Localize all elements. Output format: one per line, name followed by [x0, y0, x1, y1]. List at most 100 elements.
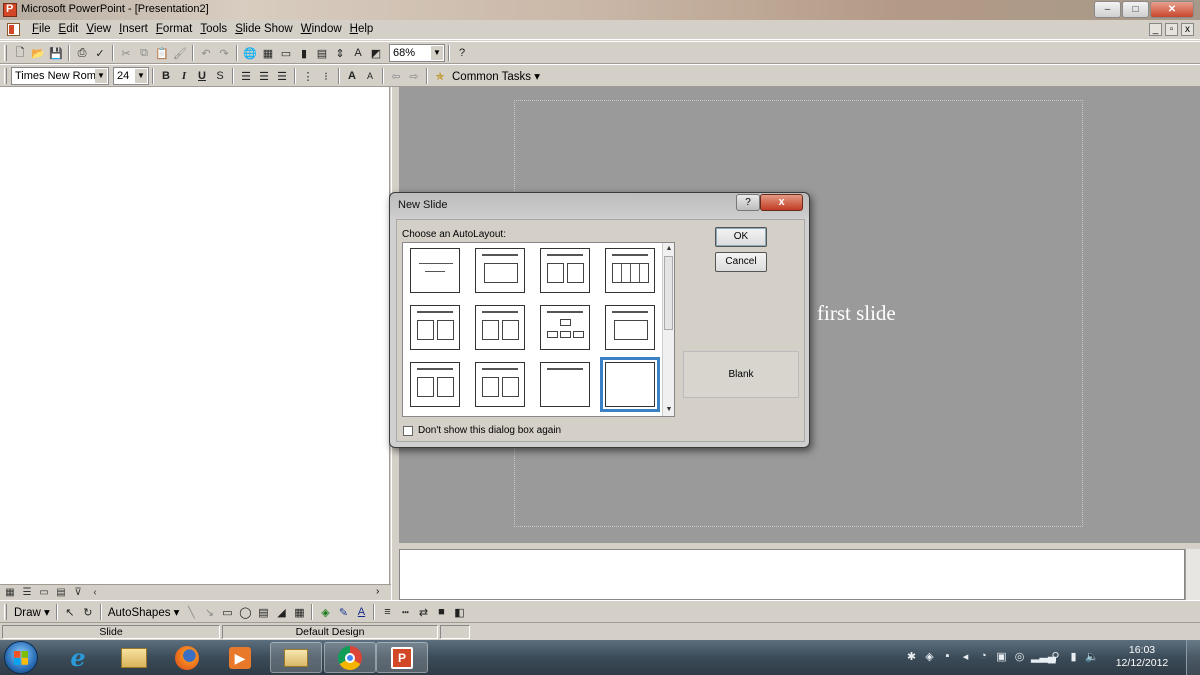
layout-two-column-text[interactable] [540, 248, 590, 293]
new-slide-icon[interactable]: ▤ [313, 44, 331, 62]
chrome-icon[interactable] [324, 642, 376, 673]
outline-pane[interactable] [0, 87, 390, 584]
arrow-style-icon[interactable]: ⇄ [414, 603, 432, 621]
bullets-icon[interactable]: ⁝ [317, 67, 335, 85]
autoshapes-button[interactable]: AutoShapes ▾ [105, 605, 183, 619]
slide-view-icon[interactable]: ▭ [36, 586, 52, 599]
restore-button[interactable]: □ [1122, 1, 1149, 18]
powerpoint-taskbar-icon[interactable]: P [376, 642, 428, 673]
menu-help[interactable]: Help [346, 23, 378, 35]
toolbar-grip[interactable] [4, 68, 7, 84]
paste-icon[interactable]: 📋 [153, 44, 171, 62]
autolayout-scrollbar[interactable]: ▲ ▼ [662, 243, 674, 416]
save-icon[interactable]: 💾 [47, 44, 65, 62]
layout-title-only[interactable] [540, 362, 590, 407]
dont-show-again-checkbox[interactable]: Don't show this dialog box again [403, 425, 561, 436]
underline-button[interactable]: U [193, 67, 211, 85]
folder-taskbar-icon[interactable] [270, 642, 322, 673]
common-tasks-button[interactable]: Common Tasks ▾ [449, 69, 543, 83]
cancel-button[interactable]: Cancel [715, 252, 767, 272]
copy-icon[interactable]: ⧉ [135, 44, 153, 62]
internet-explorer-icon[interactable]: e [52, 642, 104, 673]
doc-minimize-button[interactable]: _ [1149, 23, 1162, 36]
3d-icon[interactable]: ◧ [450, 603, 468, 621]
menu-window[interactable]: Window [297, 23, 346, 35]
close-window-button[interactable]: ✕ [1150, 1, 1194, 18]
open-icon[interactable]: 📂 [29, 44, 47, 62]
rectangle-icon[interactable]: ▭ [218, 603, 236, 621]
usb-icon[interactable]: ⚲ [1049, 650, 1062, 663]
show-desktop-button[interactable] [1186, 640, 1200, 675]
file-explorer-icon[interactable] [108, 642, 160, 673]
menu-view[interactable]: View [82, 23, 115, 35]
animation-effects-icon[interactable]: ✯ [431, 67, 449, 85]
slide-title-text[interactable]: first slide [817, 301, 896, 326]
promote-icon[interactable]: ⇦ [387, 67, 405, 85]
scroll-right-icon[interactable]: › [376, 586, 379, 597]
menu-insert[interactable]: Insert [115, 23, 152, 35]
grayscale-icon[interactable]: ◩ [367, 44, 385, 62]
zoom-combo[interactable]: 68% ▼ [389, 44, 445, 62]
shadow-icon[interactable]: ■ [432, 603, 450, 621]
font-combo[interactable]: Times New Roman ▼ [11, 67, 109, 85]
network-device-icon[interactable]: ▪ [941, 650, 954, 663]
menu-format[interactable]: Format [152, 23, 196, 35]
layout-text-and-clip-art[interactable] [410, 362, 460, 407]
layout-clip-art-and-text[interactable] [475, 362, 525, 407]
arrow-icon[interactable]: ↘ [200, 603, 218, 621]
table-icon[interactable]: ▭ [277, 44, 295, 62]
slide-sorter-icon[interactable]: ▤ [53, 586, 69, 599]
dialog-close-button[interactable]: x [760, 194, 803, 211]
taskbar-clock[interactable]: 16:03 12/12/2012 [1114, 644, 1170, 670]
menu-edit[interactable]: Edit [55, 23, 83, 35]
clip-art-icon[interactable]: ▦ [290, 603, 308, 621]
hyperlink-icon[interactable]: 🌐 [241, 44, 259, 62]
line-icon[interactable]: ╲ [182, 603, 200, 621]
fill-color-icon[interactable]: ◈ [316, 603, 334, 621]
undo-icon[interactable]: ↶ [197, 44, 215, 62]
wifi-icon[interactable]: ▂▃▄ [1031, 650, 1056, 663]
new-icon[interactable]: 🗋 [11, 44, 29, 62]
notes-scrollbar[interactable] [1185, 549, 1200, 600]
layout-table[interactable] [605, 248, 655, 293]
signal-icon[interactable]: ◔ [977, 650, 990, 663]
security-icon[interactable]: ◎ [1013, 650, 1026, 663]
shadow-button[interactable]: S [211, 67, 229, 85]
tables-icon[interactable]: ▦ [259, 44, 277, 62]
scroll-left-icon[interactable]: ‹ [87, 586, 103, 599]
normal-view-icon[interactable]: ▦ [2, 586, 18, 599]
scroll-thumb[interactable] [664, 256, 673, 330]
decrease-font-icon[interactable]: A [361, 67, 379, 85]
start-button[interactable] [4, 641, 38, 674]
scroll-down-icon[interactable]: ▼ [663, 404, 675, 416]
ok-button[interactable]: OK [715, 227, 767, 247]
help-icon[interactable]: ? [453, 44, 471, 62]
format-painter-icon[interactable]: 🖌 [171, 44, 189, 62]
outline-scrollbar[interactable]: ▦ ☰ ▭ ▤ ⊽ ‹ › [0, 584, 391, 600]
italic-button[interactable]: I [175, 67, 193, 85]
power-icon[interactable]: ▮ [1067, 650, 1080, 663]
firefox-icon[interactable] [161, 642, 213, 673]
volume-icon[interactable]: 🔈 [1085, 650, 1099, 663]
powerpoint-app-icon[interactable] [3, 3, 17, 17]
layout-text-and-chart[interactable] [410, 305, 460, 350]
shield-icon[interactable]: ◈ [923, 650, 936, 663]
draw-menu-button[interactable]: Draw ▾ [11, 605, 53, 619]
chart-icon[interactable]: ▮ [295, 44, 313, 62]
doc-close-button[interactable]: x [1181, 23, 1194, 36]
oval-icon[interactable]: ◯ [236, 603, 254, 621]
media-player-icon[interactable]: ▶ [214, 642, 266, 673]
doc-restore-button[interactable]: ▫ [1165, 23, 1178, 36]
scroll-up-icon[interactable]: ▲ [663, 243, 675, 255]
document-icon[interactable] [7, 23, 20, 36]
layout-blank[interactable] [600, 357, 660, 412]
align-left-icon[interactable]: ☰ [237, 67, 255, 85]
checkbox-box[interactable] [403, 425, 413, 436]
monitor-icon[interactable]: ▣ [995, 650, 1008, 663]
layout-title-slide[interactable] [410, 248, 460, 293]
align-right-icon[interactable]: ☰ [273, 67, 291, 85]
menu-file[interactable]: File [28, 23, 55, 35]
dash-style-icon[interactable]: ┅ [396, 603, 414, 621]
layout-chart[interactable] [605, 305, 655, 350]
align-center-icon[interactable]: ☰ [255, 67, 273, 85]
